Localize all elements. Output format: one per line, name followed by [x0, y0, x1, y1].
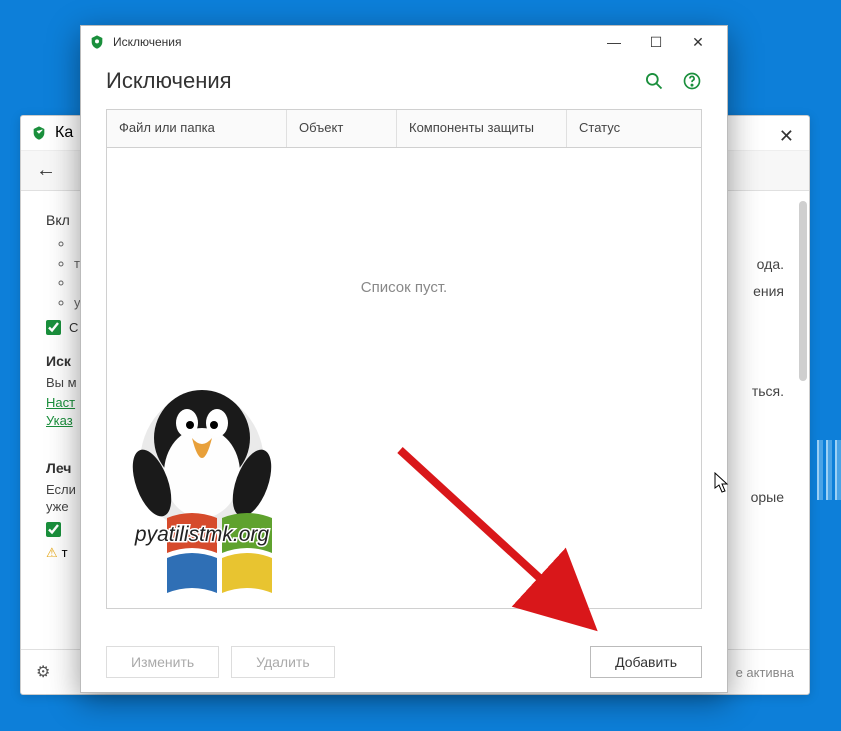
partial-text-2: ения — [753, 283, 784, 299]
help-icon[interactable] — [682, 71, 702, 91]
close-button[interactable]: ✕ — [677, 26, 719, 58]
column-status[interactable]: Статус — [567, 110, 701, 147]
column-file-folder[interactable]: Файл или папка — [107, 110, 287, 147]
scrollbar-thumb[interactable] — [799, 201, 807, 381]
front-footer: Изменить Удалить Добавить — [81, 632, 727, 692]
watermark-logo: pyatilistmk.org — [107, 368, 327, 608]
column-object[interactable]: Объект — [287, 110, 397, 147]
back-close-icon[interactable]: ✕ — [779, 126, 794, 147]
kaspersky-shield-icon — [31, 125, 47, 141]
search-icon[interactable] — [644, 71, 664, 91]
kaspersky-shield-icon — [89, 34, 105, 50]
exclusions-window: Исключения — ☐ ✕ Исключения Файл или пап… — [80, 25, 728, 693]
delete-button[interactable]: Удалить — [231, 646, 334, 678]
desktop-edge-decoration — [817, 440, 841, 500]
back-arrow-icon[interactable]: ← — [36, 159, 56, 182]
minimize-button[interactable]: — — [593, 26, 635, 58]
exclusions-table: Файл или папка Объект Компоненты защиты … — [106, 109, 702, 609]
watermark-text: pyatilistmk.org — [134, 523, 270, 546]
column-components[interactable]: Компоненты защиты — [397, 110, 567, 147]
table-header-row: Файл или папка Объект Компоненты защиты … — [107, 110, 701, 148]
front-titlebar[interactable]: Исключения — ☐ ✕ — [81, 26, 727, 58]
front-titlebar-text: Исключения — [113, 35, 593, 49]
maximize-button[interactable]: ☐ — [635, 26, 677, 58]
link-settings[interactable]: Наст — [46, 395, 75, 410]
partial-text-3: ться. — [752, 383, 784, 399]
partial-text-1: ода. — [757, 256, 784, 272]
add-button[interactable]: Добавить — [590, 646, 702, 678]
link-specify[interactable]: Указ — [46, 413, 73, 428]
front-header: Исключения — [81, 58, 727, 109]
gear-icon[interactable]: ⚙ — [36, 662, 50, 682]
warning-icon: ⚠ — [46, 545, 58, 560]
back-title: Ка — [55, 124, 73, 142]
partial-text-4: орые — [751, 489, 784, 505]
edit-button[interactable]: Изменить — [106, 646, 219, 678]
empty-list-message: Список пуст. — [107, 279, 701, 296]
checkbox-2[interactable] — [46, 522, 61, 537]
page-title: Исключения — [106, 68, 232, 94]
footer-status: е активна — [736, 665, 794, 680]
checkbox-1[interactable] — [46, 320, 61, 335]
